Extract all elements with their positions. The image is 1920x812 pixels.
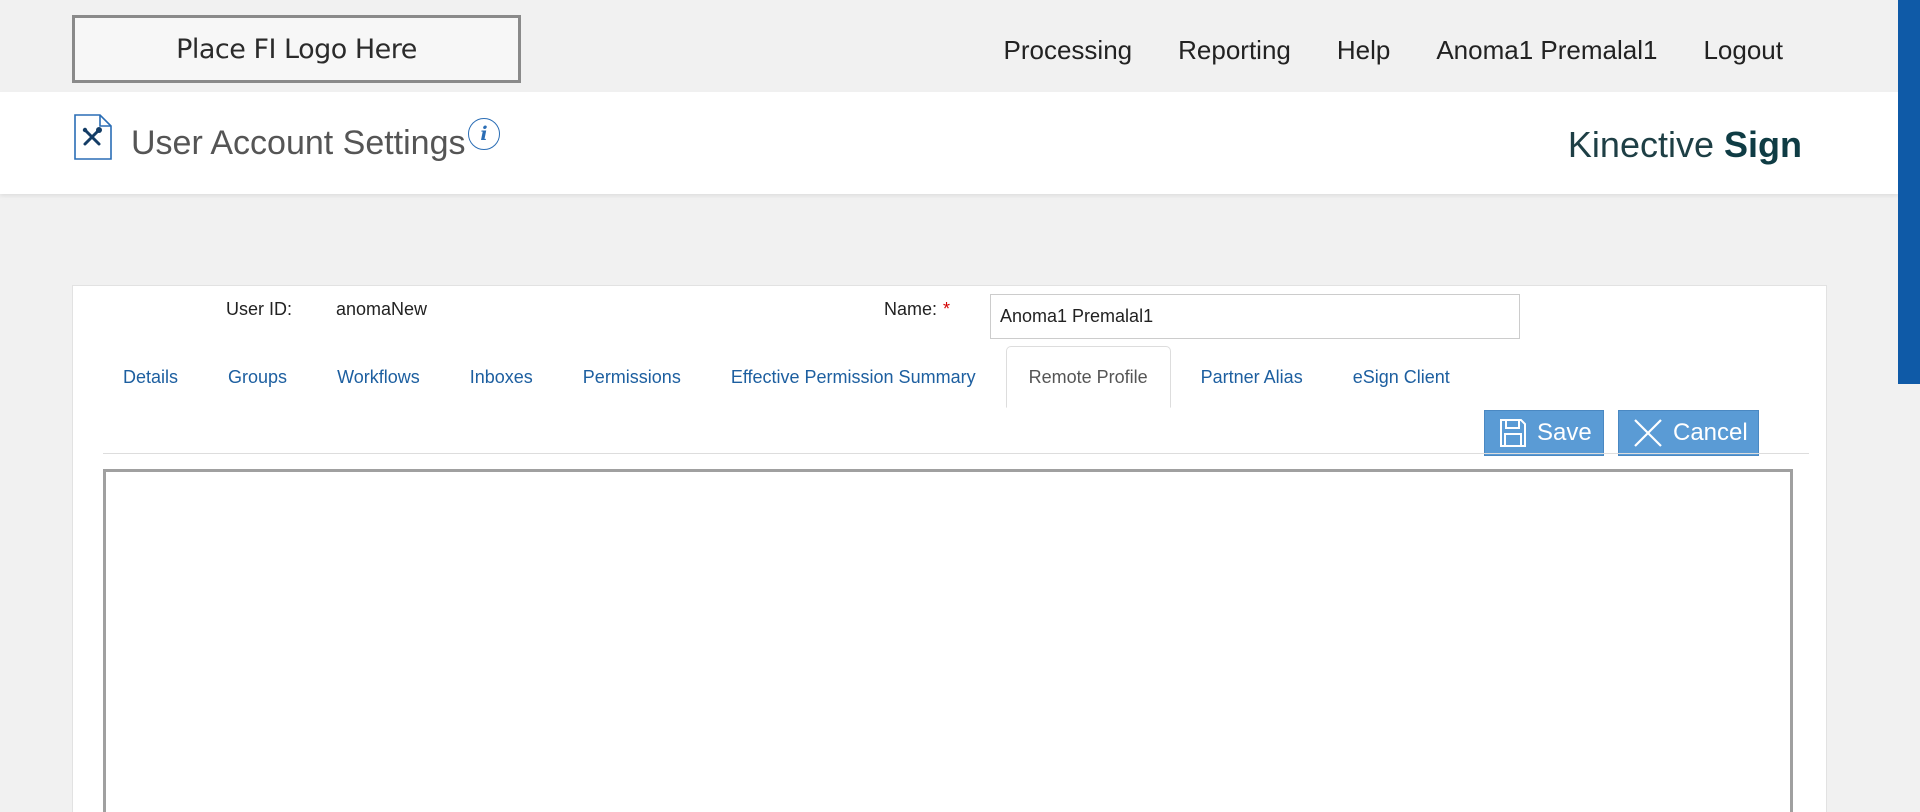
brand-bold: Sign (1724, 124, 1802, 165)
info-icon[interactable]: i (468, 118, 500, 150)
remote-profile-frame (103, 469, 1793, 812)
tab-remote-profile[interactable]: Remote Profile (1005, 346, 1171, 408)
floppy-disk-icon (1500, 419, 1526, 447)
tab-esign-client[interactable]: eSign Client (1333, 346, 1470, 408)
save-button-label: Save (1537, 419, 1592, 446)
user-settings-panel: User ID: anomaNew Name:* Details Groups … (72, 285, 1827, 812)
required-marker: * (943, 299, 951, 319)
nav-reporting[interactable]: Reporting (1178, 35, 1291, 66)
top-bar: Place FI Logo Here Processing Reporting … (0, 0, 1898, 92)
nav-logout[interactable]: Logout (1703, 35, 1783, 66)
name-label: Name: * (884, 299, 950, 320)
settings-document-icon (74, 114, 112, 160)
cancel-button[interactable]: Cancel (1618, 410, 1759, 456)
tab-permissions[interactable]: Permissions (563, 346, 701, 408)
nav-processing[interactable]: Processing (1004, 35, 1133, 66)
tab-details[interactable]: Details (103, 346, 198, 408)
fi-logo-placeholder: Place FI Logo Here (72, 15, 521, 83)
tab-bar: Details Groups Workflows Inboxes Permiss… (103, 346, 1480, 408)
main-nav: Processing Reporting Help Anoma1 Premala… (1004, 35, 1784, 66)
tab-workflows[interactable]: Workflows (317, 346, 440, 408)
user-id-value: anomaNew (336, 299, 428, 319)
name-label-text: Name: (884, 299, 938, 319)
tab-groups[interactable]: Groups (208, 346, 307, 408)
tab-inboxes[interactable]: Inboxes (450, 346, 553, 408)
page-title: User Account Settings (131, 124, 466, 162)
name-input[interactable] (990, 294, 1520, 339)
brand-light: Kinective (1567, 124, 1724, 165)
save-button[interactable]: Save (1484, 410, 1604, 456)
nav-user-name[interactable]: Anoma1 Premalal1 (1436, 35, 1657, 66)
page-header: User Account Settings i Kinective Sign (0, 92, 1898, 194)
close-icon (1634, 419, 1662, 447)
nav-help[interactable]: Help (1337, 35, 1390, 66)
tab-divider (103, 453, 1809, 454)
tab-partner-alias[interactable]: Partner Alias (1181, 346, 1323, 408)
scrollbar-thumb[interactable] (1898, 0, 1920, 384)
cancel-button-label: Cancel (1673, 419, 1748, 446)
brand-logo: Kinective Sign (1568, 124, 1802, 166)
tab-effective-permission-summary[interactable]: Effective Permission Summary (711, 346, 996, 408)
user-id-label: User ID: (226, 299, 293, 319)
